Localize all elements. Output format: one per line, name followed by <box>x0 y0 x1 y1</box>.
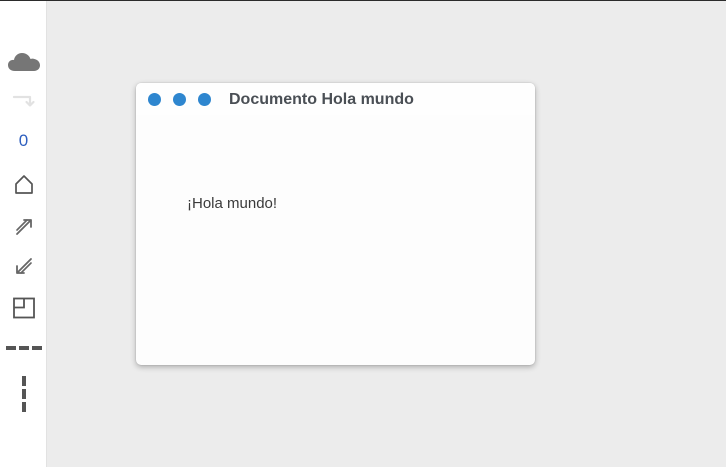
window-control-dot-2[interactable] <box>173 93 186 106</box>
window-control-dot-3[interactable] <box>198 93 211 106</box>
cloud-button[interactable] <box>0 49 47 75</box>
document-content-area[interactable]: ¡Hola mundo! <box>136 115 535 365</box>
layout-panel-icon <box>12 297 35 319</box>
collapse-arrow-icon <box>15 258 32 274</box>
horizontal-dashes-icon <box>5 346 42 350</box>
expand-arrow-icon <box>15 219 32 235</box>
redirect-arrow-icon <box>12 95 35 107</box>
horizontal-dashes-button[interactable] <box>0 341 47 355</box>
window-title: Documento Hola mundo <box>229 91 414 108</box>
home-icon <box>14 175 33 194</box>
window-titlebar[interactable]: Documento Hola mundo <box>136 83 535 115</box>
sidebar: 0 <box>0 1 47 467</box>
redirect-button[interactable] <box>0 93 47 109</box>
vertical-dashes-button[interactable] <box>0 375 47 413</box>
expand-button[interactable] <box>0 214 47 238</box>
vertical-dashes-icon <box>21 376 26 412</box>
home-button[interactable] <box>0 172 47 196</box>
top-border <box>0 0 726 1</box>
collapse-button[interactable] <box>0 254 47 278</box>
window-control-dot-1[interactable] <box>148 93 161 106</box>
document-text: ¡Hola mundo! <box>187 195 278 212</box>
layout-button[interactable] <box>0 296 47 320</box>
counter-button[interactable]: 0 <box>0 129 47 153</box>
document-window[interactable]: Documento Hola mundo ¡Hola mundo! <box>136 83 535 365</box>
cloud-icon <box>7 53 40 71</box>
counter-value: 0 <box>18 131 29 150</box>
